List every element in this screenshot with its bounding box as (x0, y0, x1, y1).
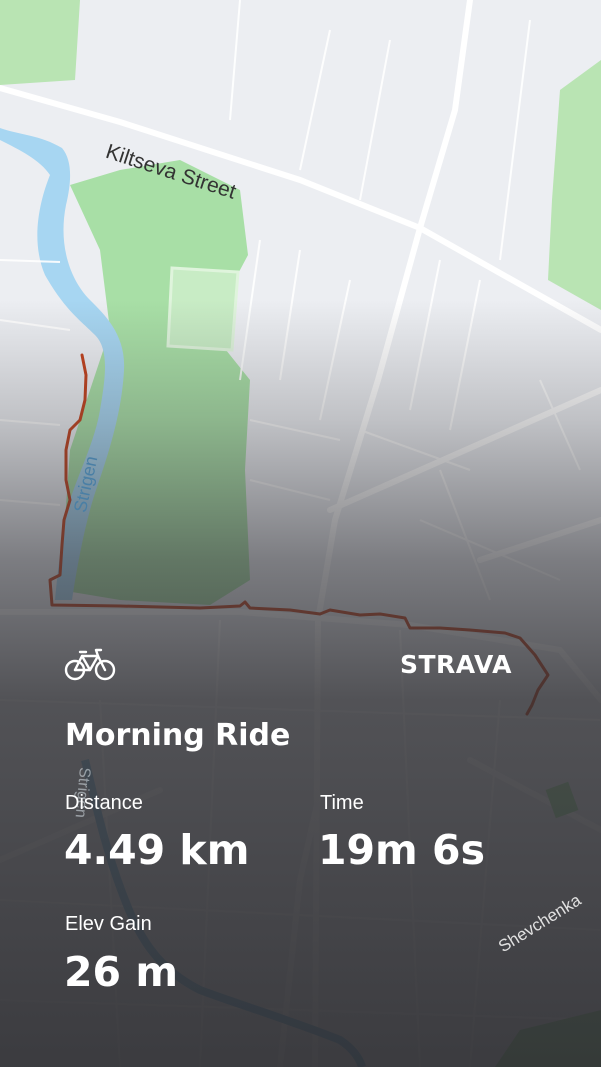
distance-value: 4.49 km (64, 826, 250, 874)
distance-label: Distance (65, 792, 143, 814)
route-map (0, 0, 601, 1067)
time-label: Time (320, 792, 364, 814)
elev-gain-value: 26 m (64, 948, 179, 996)
time-value: 19m 6s (318, 826, 485, 874)
strava-logo: STRAVA (400, 650, 512, 679)
bicycle-icon (64, 648, 116, 681)
elev-gain-label: Elev Gain (65, 913, 152, 935)
activity-title: Morning Ride (65, 718, 291, 753)
